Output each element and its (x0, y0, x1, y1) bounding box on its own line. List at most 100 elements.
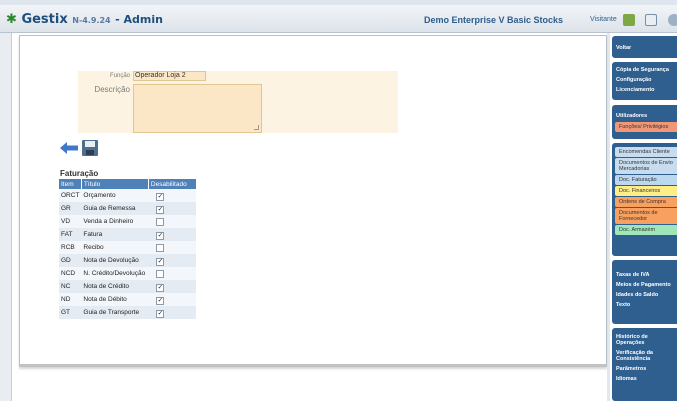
menu-group-settings: Taxas de IVA Meios de Pagamento Idades d… (612, 260, 677, 324)
main-panel: Função Operador Loja 2 Descrição Faturaç… (19, 35, 607, 367)
menu-group-users: Utilizadores Funções/ Privilégios (612, 105, 677, 139)
row-code: FAT (59, 228, 82, 241)
menu-taxas-iva[interactable]: Taxas de IVA (612, 270, 677, 280)
app-name: Gestix (21, 12, 68, 27)
menu-group-system: Cópia de Segurança Configuração Licencia… (612, 62, 677, 100)
menu-group-maintenance: Histórico de Operações Verificação da Co… (612, 328, 677, 401)
row-code: NCD (59, 267, 82, 280)
resize-grip-icon[interactable] (254, 125, 259, 130)
menu-group-documents: Encomendas Cliente Documentos de Envio M… (612, 143, 677, 256)
header-item: Item (59, 179, 82, 189)
close-icon[interactable] (668, 14, 677, 26)
table-row: FAT Fatura ✓ (59, 228, 197, 241)
row-disabled-cell: ✓ (148, 202, 197, 215)
menu-historico-operacoes[interactable]: Histórico de Operações (612, 332, 677, 348)
disabled-checkbox[interactable] (156, 243, 165, 252)
permissions-table: Item Título Desabilitado ORCT Orçamento ✓ G… (59, 179, 197, 319)
row-title: Guia de Remessa (81, 202, 149, 215)
menu-licenciamento[interactable]: Licenciamento (612, 85, 677, 95)
row-title: Venda a Dinheiro (81, 215, 149, 228)
disabled-checkbox[interactable]: ✓ (156, 296, 165, 305)
row-title: Fatura (81, 228, 149, 241)
table-row: RCB Recibo (59, 241, 197, 254)
menu-parametros[interactable]: Parâmetros (612, 364, 677, 374)
app-version: N-4.9.24 (72, 16, 111, 25)
descricao-textarea[interactable] (133, 84, 262, 133)
row-disabled-cell (148, 267, 197, 280)
table-row: GR Guia de Remessa ✓ (59, 202, 197, 215)
table-row: NC Nota de Crédito ✓ (59, 280, 197, 293)
back-arrow-icon[interactable] (60, 142, 78, 154)
menu-utilizadores[interactable]: Utilizadores (612, 108, 677, 121)
row-code: GD (59, 254, 82, 267)
row-code: ND (59, 293, 82, 306)
menu-texto[interactable]: Texto (612, 300, 677, 310)
row-title: Nota de Devolução (81, 254, 149, 267)
disabled-checkbox[interactable]: ✓ (156, 192, 165, 201)
table-row: ND Nota de Débito ✓ (59, 293, 197, 306)
row-code: RCB (59, 241, 82, 254)
row-disabled-cell (148, 215, 197, 228)
funcao-input[interactable]: Operador Loja 2 (133, 71, 206, 81)
menu-funcoes-privilegios[interactable]: Funções/ Privilégios (615, 122, 677, 132)
user-name[interactable]: Visitante (590, 16, 617, 23)
menu-group-back: Voltar (612, 36, 677, 58)
company-name: Demo Enterprise V Basic Stocks (424, 15, 564, 25)
menu-copia-seguranca[interactable]: Cópia de Segurança (612, 65, 677, 75)
gestix-logo-icon: ✱ (6, 12, 17, 27)
row-code: GR (59, 202, 82, 215)
row-title: Recibo (81, 241, 149, 254)
window-icon[interactable] (645, 14, 657, 26)
tools-icon[interactable] (623, 14, 635, 26)
row-disabled-cell: ✓ (148, 254, 197, 267)
table-row: NCD N. Crédito/Devolução (59, 267, 197, 280)
row-disabled-cell: ✓ (148, 293, 197, 306)
row-disabled-cell: ✓ (148, 189, 197, 202)
app-header: ✱ Gestix N-4.9.24 - Admin Demo Enterpris… (0, 5, 677, 33)
menu-doc-faturacao[interactable]: Doc. Faturação (615, 175, 677, 185)
save-icon[interactable] (82, 140, 98, 156)
menu-voltar[interactable]: Voltar (612, 39, 677, 53)
row-code: ORCT (59, 189, 82, 202)
header-title: Título (81, 179, 149, 189)
disabled-checkbox[interactable] (156, 269, 165, 278)
funcao-label: Função (109, 73, 130, 79)
menu-configuracao[interactable]: Configuração (612, 75, 677, 85)
menu-idades-saldo[interactable]: Idades do Saldo (612, 290, 677, 300)
row-title: Orçamento (81, 189, 149, 202)
menu-doc-financeiros[interactable]: Doc. Financeiros (615, 186, 677, 196)
row-title: N. Crédito/Devolução (81, 267, 149, 280)
menu-idiomas[interactable]: Idiomas (612, 374, 677, 384)
disabled-checkbox[interactable]: ✓ (156, 231, 165, 240)
row-title: Nota de Crédito (81, 280, 149, 293)
app-logo[interactable]: ✱ Gestix N-4.9.24 - Admin (6, 12, 163, 27)
table-row: ORCT Orçamento ✓ (59, 189, 197, 202)
disabled-checkbox[interactable] (156, 217, 165, 226)
row-code: GT (59, 306, 82, 319)
table-row: GD Nota de Devolução ✓ (59, 254, 197, 267)
app-title: - Admin (115, 13, 163, 26)
row-disabled-cell (148, 241, 197, 254)
row-title: Guia de Transporte (81, 306, 149, 319)
descricao-label: Descrição (94, 85, 130, 94)
row-disabled-cell: ✓ (148, 280, 197, 293)
disabled-checkbox[interactable]: ✓ (156, 257, 165, 266)
left-scroll-strip (0, 33, 12, 401)
menu-meios-pagamento[interactable]: Meios de Pagamento (612, 280, 677, 290)
row-disabled-cell: ✓ (148, 228, 197, 241)
right-menu: Voltar Cópia de Segurança Configuração L… (612, 33, 677, 401)
table-row: VD Venda a Dinheiro (59, 215, 197, 228)
disabled-checkbox[interactable]: ✓ (156, 309, 165, 318)
menu-encomendas-cliente[interactable]: Encomendas Cliente (615, 147, 677, 157)
table-body: ORCT Orçamento ✓ GR Guia de Remessa ✓ VD Venda … (59, 189, 197, 319)
menu-documentos-envio[interactable]: Documentos de Envio Mercadorias (615, 158, 677, 174)
disabled-checkbox[interactable]: ✓ (156, 205, 165, 214)
row-title: Nota de Débito (81, 293, 149, 306)
menu-documentos-fornecedor[interactable]: Documentos de Fornecedor (615, 208, 677, 224)
row-code: NC (59, 280, 82, 293)
section-title: Faturação (60, 169, 99, 178)
disabled-checkbox[interactable]: ✓ (156, 283, 165, 292)
menu-ordens-compra[interactable]: Ordens de Compra (615, 197, 677, 207)
menu-doc-armazem[interactable]: Doc. Armazém (615, 225, 677, 235)
menu-verificacao-consistencia[interactable]: Verificação da Consistência (612, 348, 677, 364)
